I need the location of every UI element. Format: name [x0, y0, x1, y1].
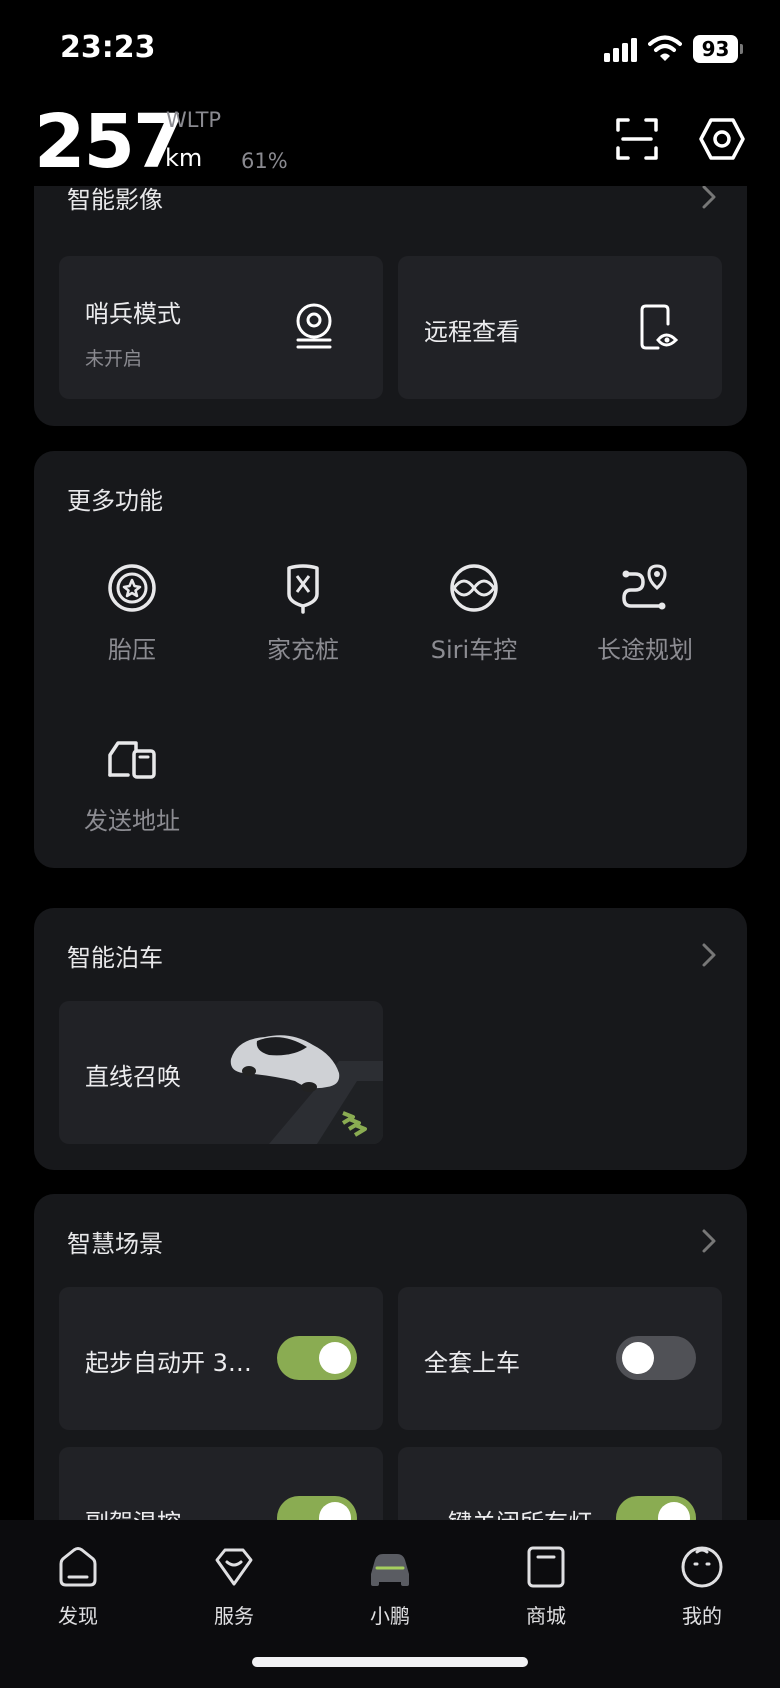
- smart-camera-title: 智能影像: [67, 186, 163, 214]
- route-icon: [622, 564, 667, 610]
- scene-toggle[interactable]: [277, 1336, 357, 1380]
- wifi-icon: [648, 35, 682, 61]
- tab-label: 服务: [214, 1604, 254, 1628]
- discover-icon: [59, 1547, 97, 1587]
- main-scroll[interactable]: 智能影像 哨兵模式 未开启 远程查看 更多功能 胎压 家充桩 Siri车控 长途…: [0, 186, 780, 1520]
- phone-eye-icon: [640, 304, 679, 350]
- battery-level: 93: [693, 35, 738, 63]
- tab-label: 我的: [682, 1604, 722, 1628]
- range-unit: km: [165, 144, 203, 172]
- scene-tile[interactable]: 起步自动开 3…: [59, 1287, 383, 1430]
- tire-icon: [108, 564, 156, 612]
- charger-icon: [287, 564, 319, 614]
- scene-tile[interactable]: 全套上车: [398, 1287, 722, 1430]
- tab-xpeng[interactable]: 小鹏: [335, 1544, 445, 1629]
- battery-indicator: 93: [693, 35, 743, 63]
- settings-icon[interactable]: [699, 116, 745, 162]
- range-standard: WLTP: [166, 108, 222, 132]
- feature-tire-pressure[interactable]: 胎压: [52, 562, 212, 665]
- feature-label: 长途规划: [597, 636, 693, 664]
- chevron-right-icon[interactable]: [701, 1228, 717, 1254]
- scene-toggle[interactable]: [616, 1336, 696, 1380]
- feature-send-address[interactable]: 发送地址: [52, 733, 212, 836]
- tab-shop[interactable]: 商城: [491, 1544, 601, 1629]
- scene-toggle[interactable]: [277, 1496, 357, 1520]
- scene-label: 起步自动开 3…: [85, 1349, 252, 1377]
- feature-label: 家充桩: [267, 636, 339, 664]
- feature-label: 发送地址: [84, 807, 180, 835]
- straight-summon-tile[interactable]: 直线召唤: [59, 1001, 383, 1144]
- chevron-right-icon[interactable]: [701, 186, 717, 210]
- feature-home-charger[interactable]: 家充桩: [223, 562, 383, 665]
- range-value: 257: [34, 99, 184, 185]
- siri-icon: [450, 564, 498, 612]
- send-address-icon: [108, 741, 156, 779]
- status-bar: 23:23 93: [0, 0, 780, 100]
- smart-scenes-title: 智慧场景: [67, 1230, 163, 1258]
- more-functions-card: 更多功能 胎压 家充桩 Siri车控 长途规划 发送地址: [34, 451, 747, 868]
- sentry-mode-tile[interactable]: 哨兵模式 未开启: [59, 256, 383, 399]
- home-indicator[interactable]: [252, 1657, 528, 1667]
- more-functions-title: 更多功能: [67, 487, 163, 515]
- sentry-camera-icon: [296, 303, 332, 349]
- cellular-signal-icon: [604, 38, 637, 62]
- feature-label: 胎压: [108, 636, 156, 664]
- feature-label: Siri车控: [430, 636, 518, 664]
- scene-tile[interactable]: 一键关闭所有灯: [398, 1447, 722, 1520]
- smart-parking-title: 智能泊车: [67, 944, 163, 972]
- smart-parking-card: 智能泊车 直线召唤: [34, 908, 747, 1170]
- scene-toggle[interactable]: [616, 1496, 696, 1520]
- scene-label: 一键关闭所有灯: [424, 1503, 592, 1520]
- profile-icon: [681, 1546, 723, 1588]
- scan-icon[interactable]: [614, 116, 660, 162]
- service-icon: [215, 1548, 253, 1586]
- sentry-mode-status: 未开启: [85, 348, 143, 370]
- car-illustration: [230, 1035, 383, 1144]
- chevron-right-icon[interactable]: [701, 942, 717, 968]
- shop-icon: [527, 1546, 565, 1588]
- sentry-mode-label: 哨兵模式: [85, 300, 181, 328]
- smart-scenes-card: 智慧场景 起步自动开 3… 全套上车 副驾温控 一键关闭所有灯: [34, 1194, 747, 1520]
- smart-camera-card: 智能影像 哨兵模式 未开启 远程查看: [34, 186, 747, 426]
- tab-service[interactable]: 服务: [179, 1544, 289, 1629]
- tab-label: 商城: [526, 1604, 566, 1628]
- battery-percent: 61%: [241, 149, 288, 173]
- tab-label: 发现: [58, 1604, 98, 1628]
- feature-route-planning[interactable]: 长途规划: [565, 562, 725, 665]
- tab-profile[interactable]: 我的: [647, 1544, 757, 1629]
- status-time: 23:23: [60, 30, 156, 65]
- scene-label: 全套上车: [424, 1349, 520, 1377]
- feature-siri-control[interactable]: Siri车控: [394, 562, 554, 665]
- remote-view-label: 远程查看: [424, 318, 520, 346]
- car-icon: [371, 1554, 409, 1586]
- scene-label: 副驾温控: [85, 1503, 181, 1520]
- tab-discover[interactable]: 发现: [23, 1544, 133, 1629]
- tab-label: 小鹏: [370, 1604, 410, 1628]
- straight-summon-label: 直线召唤: [85, 1063, 181, 1091]
- remote-view-tile[interactable]: 远程查看: [398, 256, 722, 399]
- scene-tile[interactable]: 副驾温控: [59, 1447, 383, 1520]
